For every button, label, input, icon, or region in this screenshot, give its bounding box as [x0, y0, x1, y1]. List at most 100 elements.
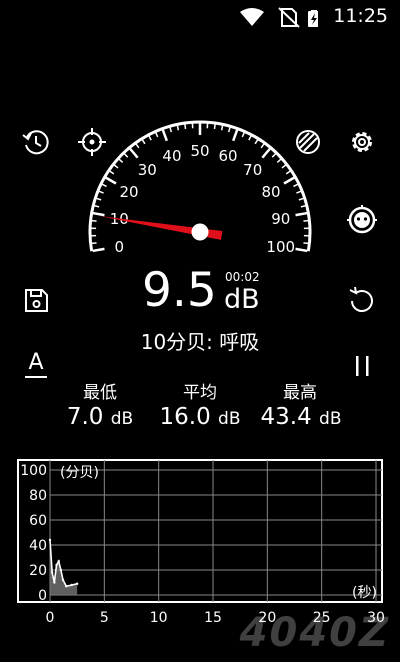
gauge-tick-label: 20: [119, 183, 138, 201]
gauge-tick: [169, 127, 173, 133]
sound-gauge: 0102030405060708090100: [88, 120, 312, 256]
y-tick-label: 60: [29, 513, 47, 529]
theme-button[interactable]: [290, 124, 326, 160]
gauge-tick: [91, 219, 97, 222]
avg-number: 16.0: [159, 404, 211, 430]
avg-unit: dB: [218, 409, 241, 429]
series-area: [50, 540, 78, 595]
gauge-tick: [135, 143, 140, 149]
watermark: 4040Z: [239, 610, 390, 656]
target-button[interactable]: [74, 124, 110, 160]
data-point: [61, 578, 65, 582]
gauge-tick: [293, 183, 299, 188]
data-point: [70, 583, 73, 587]
y-axis-label: (分贝): [60, 465, 99, 481]
gauge-tick: [303, 219, 309, 222]
gauge-tick: [295, 211, 308, 217]
chart-grid: [49, 460, 382, 602]
gauge-tick: [109, 170, 115, 175]
y-tick-label: 100: [20, 463, 47, 479]
y-tick-label: 40: [29, 538, 47, 554]
gauge-tick: [295, 247, 308, 253]
gauge-tick-label: 30: [138, 161, 157, 179]
gauge-tick: [92, 211, 105, 217]
max-value: 43.4 dB: [241, 404, 361, 430]
settings-button[interactable]: [344, 124, 380, 160]
x-tick-label: 5: [100, 610, 109, 626]
gauge-tick: [260, 143, 265, 149]
gauge-tick: [101, 183, 107, 188]
gauge-tick: [285, 170, 291, 175]
x-tick-label: 10: [150, 610, 168, 626]
min-label: 最低: [83, 383, 117, 403]
data-point: [59, 568, 63, 572]
gauge-tick: [227, 127, 231, 133]
history-button[interactable]: [18, 124, 54, 160]
current-db-value: 9.5: [142, 263, 217, 318]
gauge-tick: [232, 129, 239, 142]
data-point: [75, 582, 79, 585]
x-axis-label: (秒): [352, 585, 377, 601]
calibrate-button[interactable]: [344, 202, 380, 238]
chart-frame: [17, 459, 383, 603]
gauge-tick: [128, 147, 139, 159]
data-point: [53, 581, 56, 584]
gauge-tick: [298, 197, 304, 201]
current-reading: 9.5 00:02 dB: [0, 262, 400, 322]
gauge-tick: [161, 129, 168, 142]
gauge-tick: [118, 158, 124, 163]
history-icon: [22, 130, 49, 155]
gauge-tick: [296, 190, 302, 194]
gauge-tick: [148, 135, 152, 141]
gauge-tick: [154, 132, 159, 138]
y-tick-label: 0: [38, 588, 47, 604]
gauge-tick: [123, 153, 129, 158]
min-number: 7.0: [66, 404, 104, 430]
gauge-tick: [96, 197, 102, 201]
gauge-tick-label: 90: [271, 210, 290, 228]
gauge-tick: [271, 153, 277, 158]
level-description: 10分贝: 呼吸: [140, 330, 260, 354]
theme-icon: [296, 130, 320, 154]
gauge-tick-label: 50: [190, 142, 209, 160]
gauge-tick-label: 60: [218, 147, 237, 165]
max-number: 43.4: [260, 404, 312, 430]
data-point: [50, 571, 54, 574]
gauge-tick: [283, 176, 296, 185]
gauge-tick: [94, 204, 100, 208]
gauge-tick: [98, 190, 104, 194]
y-tick-label: 80: [29, 488, 47, 504]
gauge-tick: [184, 123, 187, 130]
current-db-unit: dB: [224, 284, 260, 315]
data-point: [57, 560, 60, 563]
elapsed-time: 00:02: [225, 270, 260, 284]
gauge-tick: [281, 164, 287, 169]
avg-label: 平均: [183, 383, 217, 403]
needle-hub: [191, 223, 209, 241]
pause-icon: [356, 356, 369, 376]
gauge-tick-label: 100: [266, 238, 295, 256]
min-unit: dB: [110, 409, 134, 429]
y-tick-labels: 100 80 60 40 20 0: [20, 463, 47, 604]
y-tick-label: 20: [29, 563, 47, 579]
gauge-tick: [254, 139, 259, 145]
gauge-tick: [276, 158, 282, 163]
gauge-tick: [113, 164, 119, 169]
gauge-tick: [261, 147, 272, 159]
gauge-tick: [176, 125, 180, 131]
data-point: [55, 563, 58, 567]
max-label: 最高: [283, 383, 317, 403]
gauge-tick: [91, 242, 97, 245]
gauge-tick: [220, 125, 224, 131]
gauge-tick: [300, 204, 306, 208]
gauge-tick: [92, 247, 105, 253]
gauge-tick: [241, 132, 246, 138]
gauge-tick-label: 80: [261, 183, 280, 201]
gauge-tick-label: 0: [114, 238, 124, 256]
gauge-tick: [213, 123, 216, 130]
gear-icon: [352, 132, 372, 152]
calibrate-icon: [347, 205, 377, 234]
gauge-tick-label: 40: [162, 147, 181, 165]
data-point: [48, 538, 52, 542]
gauge-tick-label: 70: [243, 161, 262, 179]
